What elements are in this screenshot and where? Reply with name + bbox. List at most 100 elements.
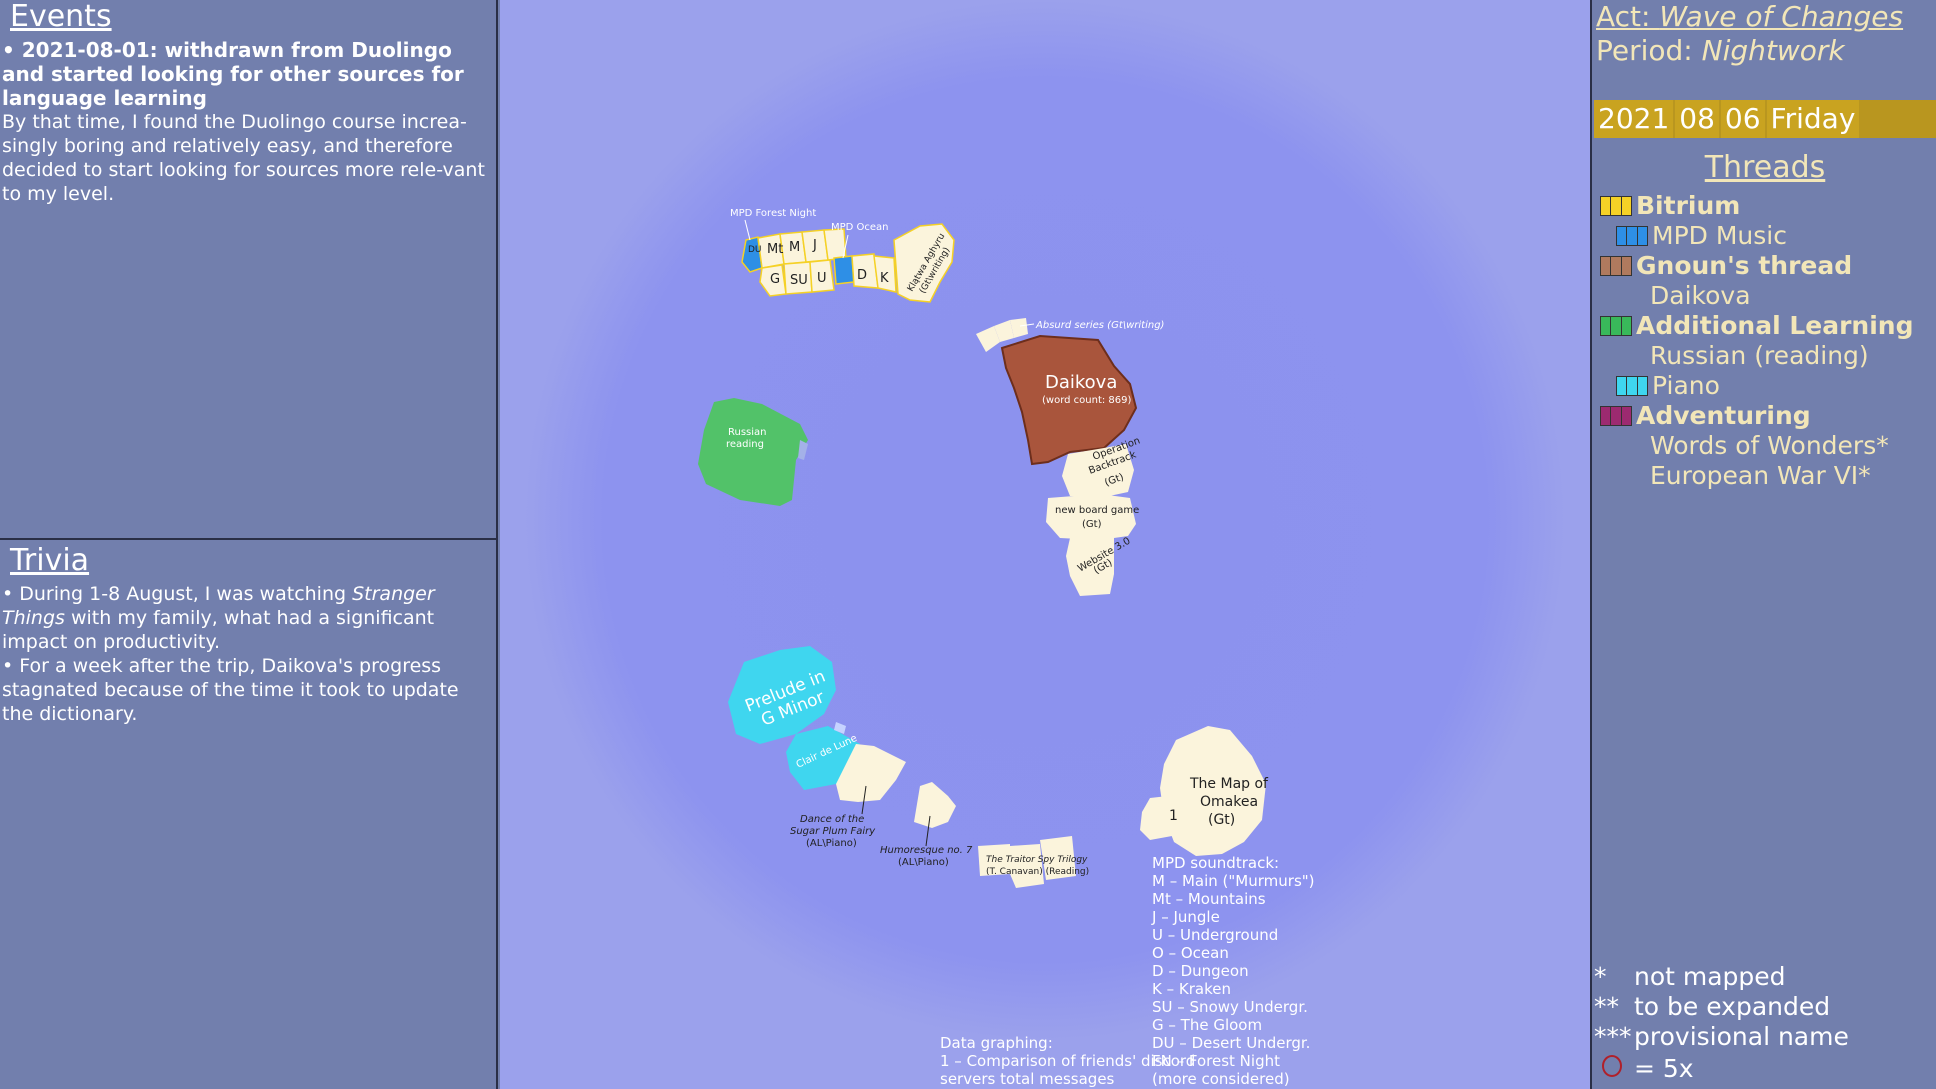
- label-board: new board game: [1055, 505, 1139, 516]
- label-traitor: The Traitor Spy Trilogy: [986, 855, 1088, 865]
- label-d: D: [857, 268, 867, 283]
- legend-provisional: *** provisional name: [1594, 1022, 1849, 1052]
- act-line: Act: Wave of Changes: [1596, 0, 1936, 34]
- label-mpd-forest: MPD Forest Night: [730, 208, 816, 219]
- label-sugar-2: Sugar Plum Fairy: [790, 826, 876, 837]
- label-one: 1: [1169, 808, 1178, 824]
- gnoun-cluster: Absurd series (Gt\writing) Daikova (word…: [976, 318, 1164, 596]
- label-g: G: [770, 272, 780, 287]
- date-day: 06: [1720, 100, 1765, 138]
- thread-words-of-wonders[interactable]: Words of Wonders*: [1650, 431, 1889, 461]
- thread-daikova[interactable]: Daikova: [1650, 281, 1751, 311]
- events-panel: Events • 2021-08-01: withdrawn from Duol…: [0, 0, 498, 540]
- date-bar: 2021 08 06 Friday: [1594, 100, 1936, 138]
- legend-not-mapped: * not mapped: [1594, 962, 1786, 992]
- trivia-item-1-pre: • During 1-8 August, I was watching: [2, 583, 353, 605]
- russian-reading-region[interactable]: [698, 398, 808, 506]
- label-k: K: [880, 271, 889, 286]
- label-su: SU: [790, 273, 808, 288]
- legend-sym-2: **: [1594, 992, 1619, 1021]
- label-u: U: [817, 271, 827, 286]
- label-board-2: (Gt): [1082, 519, 1102, 530]
- trivia-panel: Trivia • During 1-8 August, I was watchi…: [0, 540, 498, 1089]
- label-absurd: Absurd series (Gt\writing): [1035, 320, 1164, 331]
- period-line: Period: Nightwork: [1596, 34, 1936, 68]
- thread-gnoun-label: Gnoun's thread: [1636, 251, 1853, 280]
- trivia-heading: Trivia: [10, 543, 90, 578]
- legend-text-4: = 5x: [1634, 1053, 1694, 1083]
- legend-sym-1: *: [1594, 962, 1607, 991]
- label-humoresque-2: (AL\Piano): [898, 857, 949, 868]
- traitor-book-2[interactable]: [1010, 844, 1044, 888]
- event-title: • 2021-08-01: withdrawn from Duolingo an…: [2, 38, 464, 110]
- thread-adventuring-label: Adventuring: [1636, 401, 1811, 430]
- label-mt: Mt: [767, 242, 783, 257]
- act-name: Wave of Changes: [1659, 0, 1904, 33]
- label-humoresque: Humoresque no. 7: [880, 845, 973, 856]
- thread-learning-label: Additional Learning: [1636, 311, 1914, 340]
- legend-sym-3: ***: [1594, 1022, 1632, 1051]
- omakea-cluster: The Map of Omakea (Gt) 1: [1140, 726, 1269, 856]
- trivia-item-2: • For a week after the trip, Daikova's p…: [2, 655, 459, 725]
- circle-icon: [1594, 1052, 1634, 1085]
- thread-adventuring[interactable]: Adventuring: [1600, 401, 1811, 431]
- thread-mpd-music-label: MPD Music: [1652, 221, 1787, 250]
- trivia-item-1-post: with my family, what had a significant i…: [2, 607, 435, 653]
- date-month: 08: [1675, 100, 1719, 138]
- mpd-ocean-tile[interactable]: [833, 255, 855, 285]
- label-daikova: Daikova: [1045, 372, 1117, 393]
- label-omakea-2: Omakea: [1200, 794, 1258, 810]
- legend-text-1: not mapped: [1634, 962, 1786, 991]
- tile-j[interactable]: [823, 228, 847, 261]
- label-russian: Russian: [728, 427, 767, 438]
- label-sugar-3: (AL\Piano): [806, 838, 857, 849]
- thread-piano[interactable]: Piano: [1616, 371, 1720, 401]
- label-du: DU: [748, 245, 762, 255]
- mpd-swatch: [1616, 226, 1648, 246]
- adventuring-swatch: [1600, 406, 1632, 426]
- bitrium-swatch: [1600, 196, 1632, 216]
- gnoun-swatch: [1600, 256, 1632, 276]
- thread-gnoun[interactable]: Gnoun's thread: [1600, 251, 1852, 281]
- thread-piano-label: Piano: [1652, 371, 1720, 400]
- legend-text-3: provisional name: [1634, 1022, 1849, 1051]
- legend-to-be-expanded: ** to be expanded: [1594, 992, 1830, 1022]
- date-weekday: Friday: [1766, 100, 1860, 138]
- russian-cluster: Russian reading: [698, 398, 808, 506]
- map-svg: DU Mt M J G SU U D K MPD Forest Night MP…: [698, 208, 1269, 888]
- thread-russian[interactable]: Russian (reading): [1650, 341, 1869, 371]
- graphing-notes: Data graphing: 1 – Comparison of friends…: [940, 1034, 1196, 1088]
- events-heading: Events: [10, 0, 112, 34]
- label-sugar: Dance of the: [800, 814, 864, 825]
- board-game-tile[interactable]: [1046, 494, 1136, 540]
- label-mpd-ocean: MPD Ocean: [831, 222, 889, 233]
- label-j: J: [812, 238, 817, 253]
- label-traitor-2: (T. Canavan) (Reading): [986, 867, 1089, 877]
- thread-mpd-music[interactable]: MPD Music: [1616, 221, 1787, 251]
- thread-bitrium-label: Bitrium: [1636, 191, 1741, 220]
- piano-cluster: Prelude in G Minor Clair de Lune Dance o…: [728, 646, 973, 868]
- label-daikova-wc: (word count: 869): [1042, 395, 1132, 406]
- thread-learning[interactable]: Additional Learning: [1600, 311, 1914, 341]
- legend-text-2: to be expanded: [1634, 992, 1831, 1021]
- legend-5x: = 5x: [1594, 1052, 1694, 1085]
- humoresque-tile[interactable]: [914, 782, 956, 828]
- act-label: Act:: [1596, 0, 1660, 33]
- threads-heading: Threads: [1704, 150, 1826, 185]
- traitor-cluster: The Traitor Spy Trilogy (T. Canavan) (Re…: [978, 836, 1089, 888]
- label-omakea-3: (Gt): [1208, 812, 1235, 828]
- label-omakea: The Map of: [1189, 776, 1269, 792]
- learning-swatch: [1600, 316, 1632, 336]
- thread-european-war[interactable]: European War VI*: [1650, 461, 1871, 491]
- piano-swatch: [1616, 376, 1648, 396]
- label-m: M: [789, 240, 800, 255]
- label-russian-2: reading: [726, 439, 764, 450]
- date-year: 2021: [1594, 100, 1674, 138]
- bitrium-cluster: DU Mt M J G SU U D K MPD Forest Night MP…: [730, 208, 955, 303]
- thread-map: DU Mt M J G SU U D K MPD Forest Night MP…: [500, 0, 1590, 1089]
- trivia-item-1: • During 1-8 August, I was watching Stra…: [0, 582, 496, 654]
- event-body: By that time, I found the Duolingo cours…: [2, 111, 485, 205]
- period-name: Nightwork: [1701, 34, 1845, 67]
- right-panel: Act: Wave of Changes Period: Nightwork 2…: [1590, 0, 1936, 1089]
- thread-bitrium[interactable]: Bitrium: [1600, 191, 1740, 221]
